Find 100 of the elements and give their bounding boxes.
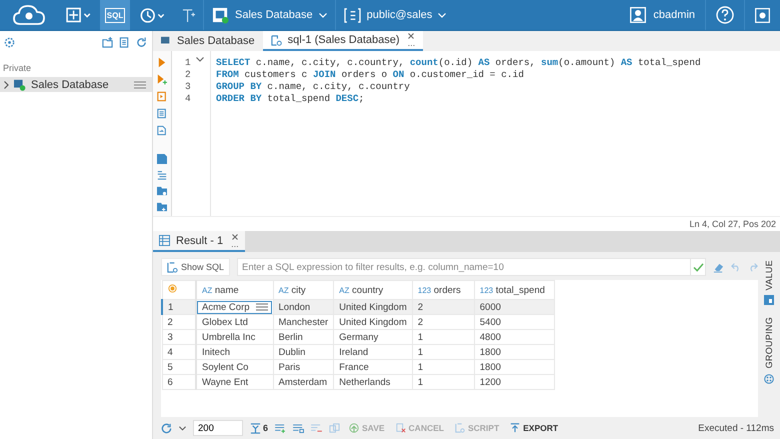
- table-cell: Dublin: [273, 344, 334, 360]
- column-header[interactable]: AZ country: [334, 280, 412, 300]
- run-script-icon[interactable]: [157, 74, 167, 85]
- code-line: GROUP BY c.name, c.city, c.country: [216, 81, 411, 93]
- history-icon[interactable]: [138, 6, 166, 24]
- list-icon[interactable]: [157, 108, 167, 119]
- column-header[interactable]: 123 orders: [412, 280, 474, 300]
- table-cell: Ireland: [334, 344, 412, 360]
- add-row-icon[interactable]: [275, 424, 286, 432]
- result-tab[interactable]: Result - 1 ...: [153, 231, 245, 252]
- close-icon[interactable]: [232, 234, 238, 240]
- table-icon: [159, 235, 170, 246]
- fetch-icon: [250, 422, 261, 434]
- table-cell: Globex Ltd: [196, 314, 274, 330]
- text-format-icon[interactable]: [182, 8, 195, 22]
- table-cell: Umbrella Inc: [196, 330, 274, 344]
- run-icon[interactable]: [158, 57, 166, 68]
- table-cell: Netherlands: [334, 374, 412, 390]
- column-header[interactable]: AZ name: [196, 280, 274, 300]
- fold-icon[interactable]: [196, 57, 204, 62]
- row-number[interactable]: 6: [162, 374, 196, 390]
- cancel-icon: [396, 423, 406, 433]
- toolbar-action-button[interactable]: EXPORT: [508, 423, 560, 433]
- close-icon[interactable]: [408, 33, 414, 39]
- connection-selector[interactable]: Sales Database: [203, 0, 335, 30]
- user-icon: [630, 7, 646, 23]
- schema-selector[interactable]: public@sales: [334, 0, 454, 30]
- script-icon: [454, 423, 465, 433]
- table-cell: Wayne Ent: [196, 374, 274, 390]
- format-icon[interactable]: [157, 170, 167, 180]
- user-menu[interactable]: cbadmin: [620, 7, 705, 23]
- code-line: FROM customers c JOIN orders o ON o.customer_id = c.id: [216, 69, 525, 81]
- add-icon[interactable]: [66, 7, 92, 23]
- table-cell: Soylent Co: [196, 360, 274, 374]
- menu-icon[interactable]: [134, 80, 146, 88]
- grouping-icon: [764, 374, 774, 384]
- explain-icon[interactable]: [157, 91, 167, 102]
- table-cell: France: [334, 360, 412, 374]
- row-number[interactable]: 5: [162, 360, 196, 374]
- copy-row-icon[interactable]: [293, 424, 304, 432]
- table-cell: 1: [412, 374, 474, 390]
- row-count-button[interactable]: 6: [250, 422, 268, 434]
- filter-input[interactable]: Enter a SQL expression to filter results, e.g. column_name=10: [237, 258, 691, 276]
- code-line: SELECT c.name, c.city, c.country, count(o.id) AS orders, sum(o.amount) AS total_spend: [216, 57, 701, 69]
- side-panel-tab[interactable]: VALUE: [764, 260, 774, 306]
- table-cell: 1800: [474, 344, 554, 360]
- caret-icon: [318, 12, 327, 18]
- editor-tab[interactable]: Sales Database: [153, 31, 263, 51]
- tree-item-label: Sales Database: [31, 78, 110, 90]
- tab-menu[interactable]: ...: [231, 240, 239, 248]
- editor-tab[interactable]: sql-1 (Sales Database) ...: [262, 31, 424, 51]
- folder-icon[interactable]: [157, 202, 167, 212]
- fetch-size-input[interactable]: 200: [193, 420, 243, 436]
- menu-icon[interactable]: [256, 303, 268, 311]
- table-cell: United Kingdom: [334, 300, 412, 314]
- expand-icon[interactable]: [4, 80, 9, 88]
- row-number[interactable]: 2: [162, 314, 196, 330]
- sql-icon: [167, 262, 178, 272]
- table-cell: 2: [412, 314, 474, 330]
- document-icon[interactable]: [119, 36, 130, 48]
- folder-icon[interactable]: [157, 186, 167, 196]
- line-number: 2: [185, 69, 191, 81]
- section-label: Private: [2, 62, 32, 75]
- cloud-logo-icon[interactable]: [12, 4, 46, 26]
- table-cell: Paris: [273, 360, 334, 374]
- refresh-icon[interactable]: [136, 36, 147, 48]
- execution-status: Executed - 112ms: [698, 422, 774, 434]
- table-cell: 1: [412, 330, 474, 344]
- row-number[interactable]: 3: [162, 330, 196, 344]
- checkmark-icon: [692, 262, 704, 272]
- table-cell: 2: [412, 300, 474, 314]
- export-icon: [510, 423, 520, 433]
- table-cell: Acme Corp: [196, 300, 274, 314]
- script-icon: [270, 34, 282, 46]
- line-number: 1: [185, 57, 191, 69]
- new-folder-icon[interactable]: [102, 36, 113, 48]
- table-cell: 5400: [474, 314, 554, 330]
- tree-item[interactable]: Sales Database: [0, 77, 152, 92]
- row-number[interactable]: 1: [162, 300, 196, 314]
- table-cell: 1: [412, 360, 474, 374]
- caret-icon[interactable]: [179, 426, 186, 430]
- help-icon[interactable]: [716, 6, 734, 24]
- row-number[interactable]: 4: [162, 344, 196, 360]
- column-header[interactable]: AZ city: [273, 280, 334, 300]
- save-icon[interactable]: [157, 154, 167, 164]
- eraser-icon[interactable]: [713, 262, 724, 272]
- table-cell: 1200: [474, 374, 554, 390]
- tab-menu[interactable]: ...: [408, 39, 416, 47]
- apply-filter-button[interactable]: [690, 258, 706, 276]
- schema-icon: [344, 8, 361, 22]
- line-number: 3: [185, 81, 191, 93]
- show-sql-button[interactable]: Show SQL: [161, 258, 230, 276]
- table-cell: Berlin: [273, 330, 334, 344]
- table-cell: 1: [412, 344, 474, 360]
- delete-row-icon[interactable]: [311, 424, 322, 432]
- column-header[interactable]: 123 total_spend: [474, 280, 554, 300]
- refresh-icon[interactable]: [161, 422, 172, 434]
- import-file-icon[interactable]: [157, 125, 167, 136]
- side-panel-tab[interactable]: GROUPING: [764, 317, 774, 384]
- radio-icon[interactable]: [168, 284, 176, 293]
